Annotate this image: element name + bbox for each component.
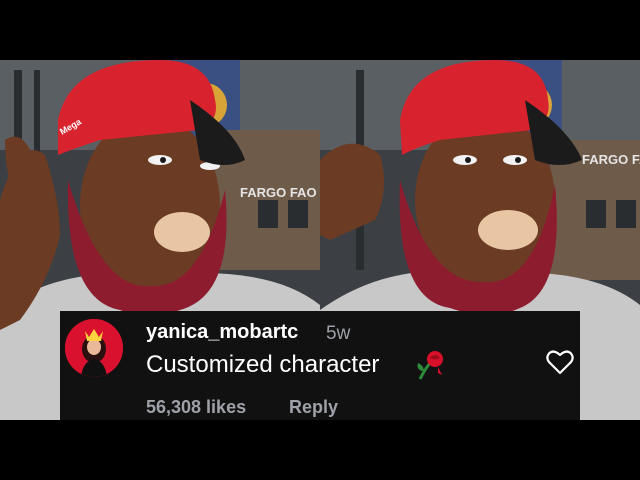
heart-outline-icon[interactable]: [546, 349, 574, 375]
rose-icon: [414, 349, 448, 381]
cartoon-avatar-icon: [65, 319, 123, 377]
comment-likes: 56,308 likes: [146, 397, 247, 417]
comment-username[interactable]: yanica_mobartc: [146, 321, 298, 344]
letterbox-top: [0, 0, 640, 60]
storefront-sign: FARGO FAO: [240, 185, 317, 200]
avatar[interactable]: [65, 319, 123, 377]
reply-button[interactable]: Reply: [289, 397, 338, 418]
comment-text: Customized character: [146, 351, 380, 378]
comment-card: yanica_mobartc 5w Customized character 5…: [60, 311, 580, 420]
storefront-sign-right: FARGO FAO: [582, 152, 640, 167]
comment-age: 5w: [326, 323, 351, 344]
letterbox-bottom: [0, 420, 640, 480]
